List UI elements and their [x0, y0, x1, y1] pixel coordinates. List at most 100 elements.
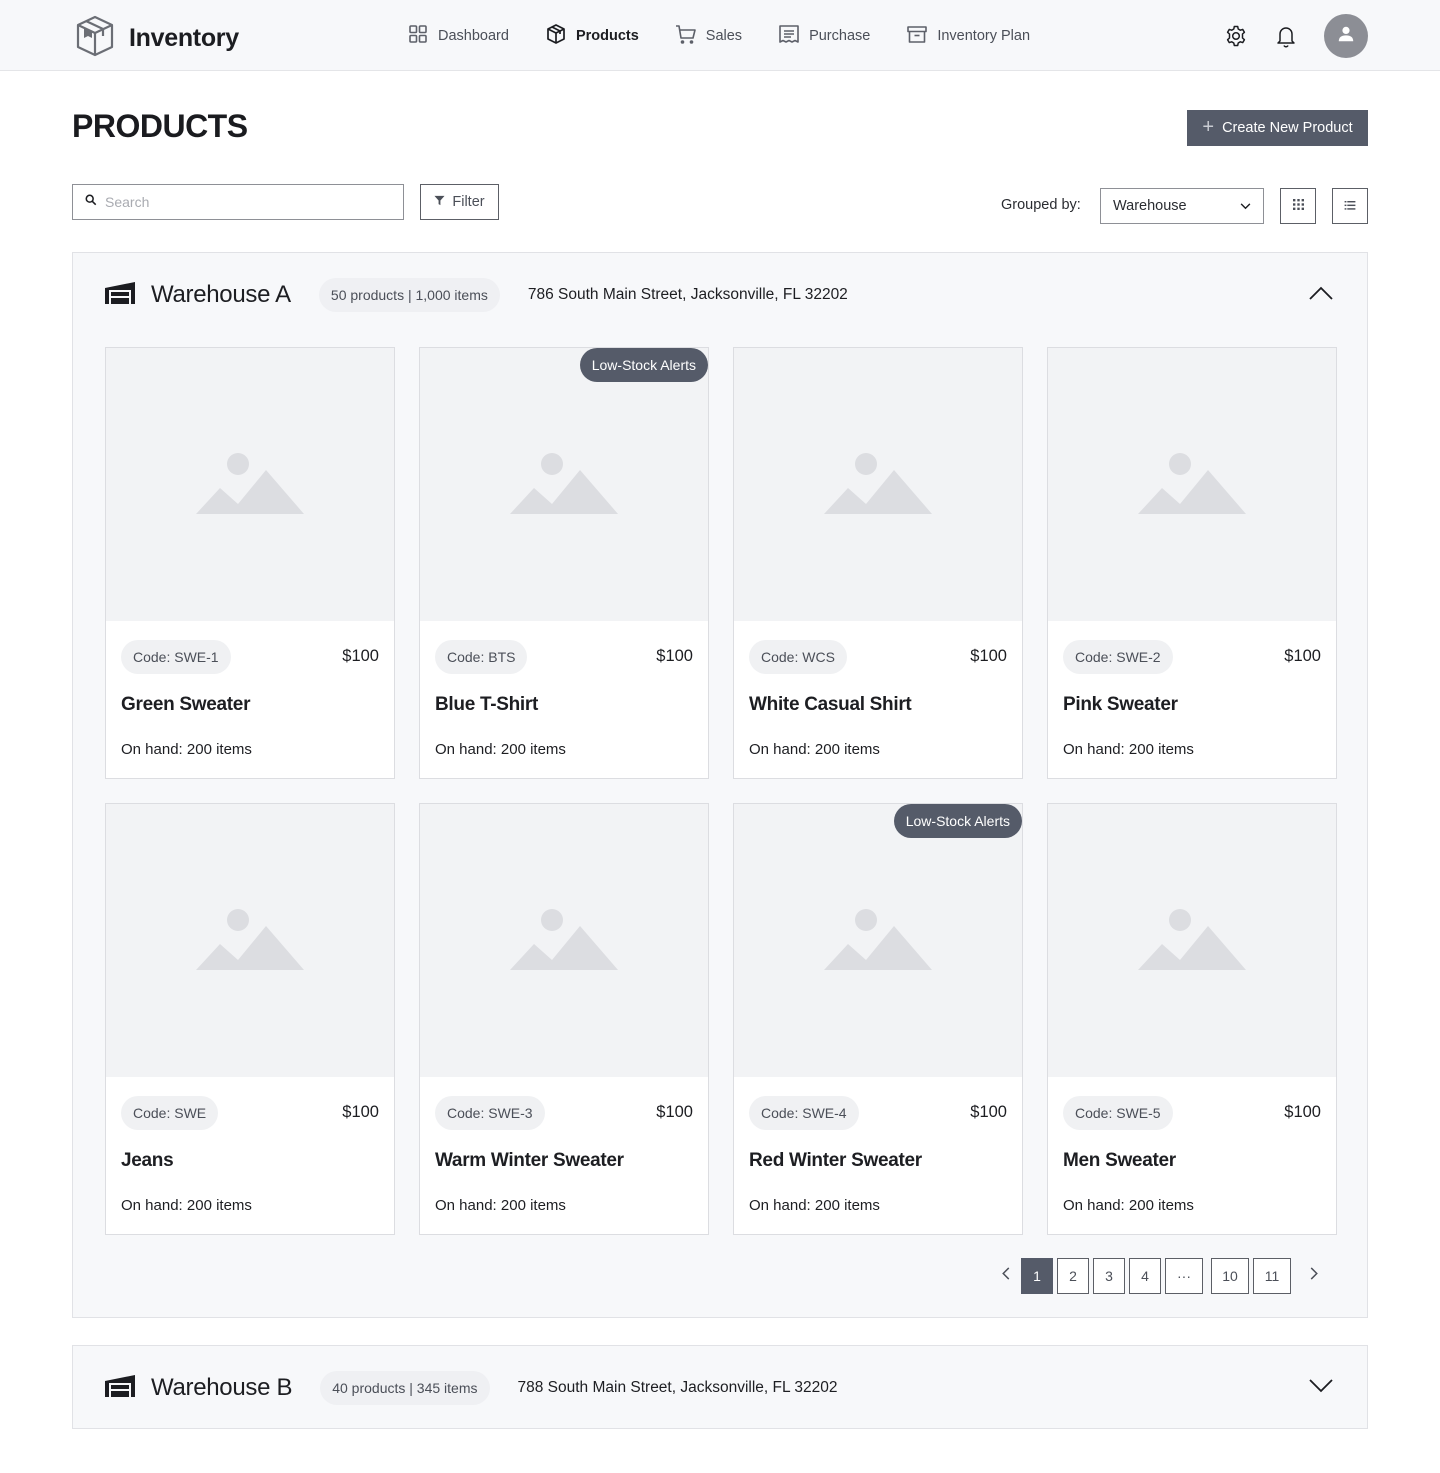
- product-code: Code: SWE-3: [435, 1096, 545, 1130]
- product-card[interactable]: Code: SWE-1 $100 Green Sweater On hand: 200…: [105, 347, 395, 779]
- app-title: Inventory: [129, 24, 239, 52]
- product-image-placeholder: [734, 348, 1022, 621]
- product-name: Jeans: [121, 1150, 174, 1171]
- nav-item-purchase[interactable]: Purchase: [778, 23, 870, 49]
- product-image-placeholder: [106, 804, 394, 1077]
- page-title: PRODUCTS: [72, 108, 248, 144]
- next-page-button[interactable]: [1301, 1258, 1327, 1294]
- product-on-hand: On hand: 200 items: [121, 741, 252, 758]
- product-card[interactable]: Low-Stock Alerts Code: SWE-4 $100 Red Winte…: [733, 803, 1023, 1235]
- product-code: Code: SWE-5: [1063, 1096, 1173, 1130]
- warehouse-panel-b: Warehouse B 40 products | 345 items 788 …: [72, 1345, 1368, 1429]
- nav-label: Products: [575, 27, 639, 44]
- page-button[interactable]: 2: [1057, 1258, 1089, 1294]
- archive-icon: [906, 23, 928, 49]
- nav-item-products[interactable]: Products: [545, 23, 639, 49]
- user-avatar[interactable]: [1324, 14, 1368, 58]
- warehouse-icon: [105, 1374, 135, 1402]
- low-stock-badge: Low-Stock Alerts: [893, 804, 1022, 838]
- grid-icon: [407, 23, 429, 49]
- chevron-down-icon: [1309, 1378, 1333, 1398]
- box-logo-icon: [75, 14, 115, 63]
- bell-icon[interactable]: [1274, 24, 1298, 48]
- image-placeholder-icon: [510, 906, 618, 975]
- warehouse-header: Warehouse B 40 products | 345 items 788 …: [105, 1346, 837, 1430]
- warehouse-stats: 40 products | 345 items: [320, 1371, 490, 1405]
- top-navbar: Inventory Dashboard Products Sales Purch…: [0, 0, 1440, 71]
- chevron-right-icon: [1310, 1267, 1318, 1285]
- page-button[interactable]: 11: [1253, 1258, 1291, 1294]
- product-name: Warm Winter Sweater: [435, 1150, 624, 1171]
- product-name: Red Winter Sweater: [749, 1150, 922, 1171]
- product-card[interactable]: Code: WCS $100 White Casual Shirt On hand: …: [733, 347, 1023, 779]
- nav-item-sales[interactable]: Sales: [675, 23, 742, 49]
- image-placeholder-icon: [196, 450, 304, 519]
- image-placeholder-icon: [1138, 450, 1246, 519]
- product-image-placeholder: Low-Stock Alerts: [420, 348, 708, 621]
- product-card[interactable]: Code: SWE-2 $100 Pink Sweater On hand: 200 …: [1047, 347, 1337, 779]
- nav-label: Inventory Plan: [937, 27, 1031, 44]
- product-name: Green Sweater: [121, 694, 251, 715]
- image-placeholder-icon: [510, 450, 618, 519]
- page-button[interactable]: 3: [1093, 1258, 1125, 1294]
- grid-view-button[interactable]: [1280, 188, 1316, 224]
- grouped-by-value: Warehouse: [1113, 198, 1187, 214]
- filter-label: Filter: [452, 194, 485, 210]
- gear-icon[interactable]: [1224, 24, 1248, 48]
- expand-button[interactable]: [1307, 1376, 1335, 1400]
- prev-page-button[interactable]: [993, 1258, 1019, 1294]
- collapse-button[interactable]: [1307, 283, 1335, 307]
- cart-icon: [675, 23, 697, 49]
- header-actions: [1224, 14, 1368, 58]
- product-name: Blue T-Shirt: [435, 694, 539, 715]
- warehouse-address: 788 South Main Street, Jacksonville, FL …: [517, 1379, 838, 1396]
- page-button[interactable]: 10: [1211, 1258, 1249, 1294]
- product-image-placeholder: [420, 804, 708, 1077]
- product-on-hand: On hand: 200 items: [435, 741, 566, 758]
- chevron-up-icon: [1309, 286, 1333, 305]
- receipt-icon: [778, 23, 800, 49]
- product-image-placeholder: [106, 348, 394, 621]
- product-on-hand: On hand: 200 items: [435, 1197, 566, 1214]
- product-price: $100: [970, 647, 1007, 665]
- image-placeholder-icon: [196, 906, 304, 975]
- filter-button[interactable]: Filter: [420, 184, 499, 220]
- grouped-by-select[interactable]: Warehouse: [1100, 188, 1264, 224]
- create-button-label: Create New Product: [1222, 120, 1353, 136]
- list-icon: [1344, 197, 1356, 215]
- page-button[interactable]: 1: [1021, 1258, 1053, 1294]
- brand[interactable]: Inventory: [75, 14, 239, 63]
- product-card[interactable]: Code: SWE-5 $100 Men Sweater On hand: 200 i…: [1047, 803, 1337, 1235]
- chevron-down-icon: [1240, 198, 1251, 214]
- product-card[interactable]: Code: SWE $100 Jeans On hand: 200 items: [105, 803, 395, 1235]
- nav-item-inventory-plan[interactable]: Inventory Plan: [906, 23, 1030, 49]
- product-price: $100: [1284, 647, 1321, 665]
- product-card[interactable]: Code: SWE-3 $100 Warm Winter Sweater On han…: [419, 803, 709, 1235]
- low-stock-badge: Low-Stock Alerts: [579, 348, 708, 382]
- warehouse-header: Warehouse A 50 products | 1,000 items 78…: [105, 253, 848, 337]
- pagination: 1 2 3 4 ··· 10 11: [993, 1258, 1327, 1294]
- user-icon: [1337, 25, 1355, 48]
- search-field[interactable]: [72, 184, 404, 220]
- product-card[interactable]: Low-Stock Alerts Code: BTS $100 Blue T-Shir…: [419, 347, 709, 779]
- search-input[interactable]: [105, 194, 385, 210]
- page-ellipsis[interactable]: ···: [1165, 1258, 1203, 1294]
- warehouse-panel-a: Warehouse A 50 products | 1,000 items 78…: [72, 252, 1368, 1318]
- product-code: Code: WCS: [749, 640, 847, 674]
- page-button[interactable]: 4: [1129, 1258, 1161, 1294]
- product-price: $100: [970, 1103, 1007, 1121]
- product-price: $100: [656, 1103, 693, 1121]
- nav-label: Sales: [705, 27, 743, 44]
- product-image-placeholder: [1048, 804, 1336, 1077]
- nav-item-dashboard[interactable]: Dashboard: [407, 23, 509, 49]
- warehouse-name: Warehouse A: [151, 281, 291, 308]
- list-view-button[interactable]: [1332, 188, 1368, 224]
- nav-label: Dashboard: [438, 27, 509, 44]
- grouped-by-label: Grouped by:: [1001, 197, 1081, 213]
- image-placeholder-icon: [824, 450, 932, 519]
- warehouse-stats: 50 products | 1,000 items: [318, 278, 500, 312]
- create-new-product-button[interactable]: + Create New Product: [1187, 110, 1368, 146]
- nav-label: Purchase: [809, 27, 871, 44]
- product-price: $100: [342, 647, 379, 665]
- product-code: Code: SWE-2: [1063, 640, 1173, 674]
